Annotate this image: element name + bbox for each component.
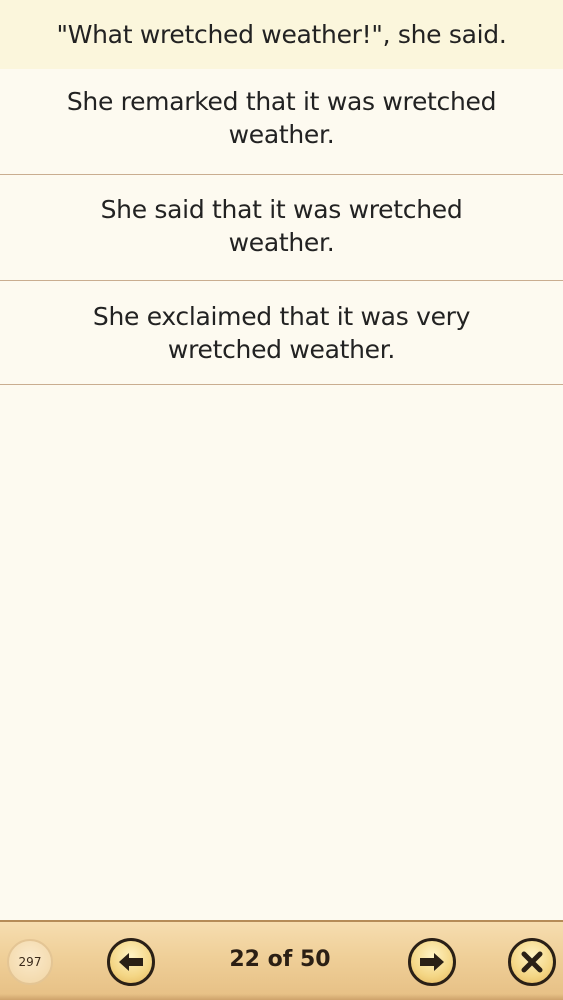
answer-option-text: She said that it was wretched weather. xyxy=(100,194,463,257)
bottom-toolbar: 297 22 of 50 xyxy=(0,920,563,1000)
score-value: 297 xyxy=(18,955,42,969)
arrow-left-icon xyxy=(119,953,143,971)
answer-option-2[interactable]: She said that it was wretched weather. xyxy=(0,175,563,281)
answer-option-1[interactable]: She remarked that it was wretched weathe… xyxy=(0,69,563,175)
question-counter: 22 of 50 xyxy=(229,947,331,972)
arrow-right-icon xyxy=(420,953,444,971)
answer-option-text: She exclaimed that it was very wretched … xyxy=(92,301,471,364)
next-button[interactable] xyxy=(408,938,456,986)
close-icon xyxy=(521,951,543,973)
score-badge: 297 xyxy=(7,939,53,985)
close-button[interactable] xyxy=(508,938,556,986)
question-text: "What wretched weather!", she said. xyxy=(56,20,507,49)
previous-button[interactable] xyxy=(107,938,155,986)
answer-option-3[interactable]: She exclaimed that it was very wretched … xyxy=(0,281,563,385)
answer-option-text: She remarked that it was wretched weathe… xyxy=(66,86,497,149)
question-panel: "What wretched weather!", she said. xyxy=(0,0,563,69)
